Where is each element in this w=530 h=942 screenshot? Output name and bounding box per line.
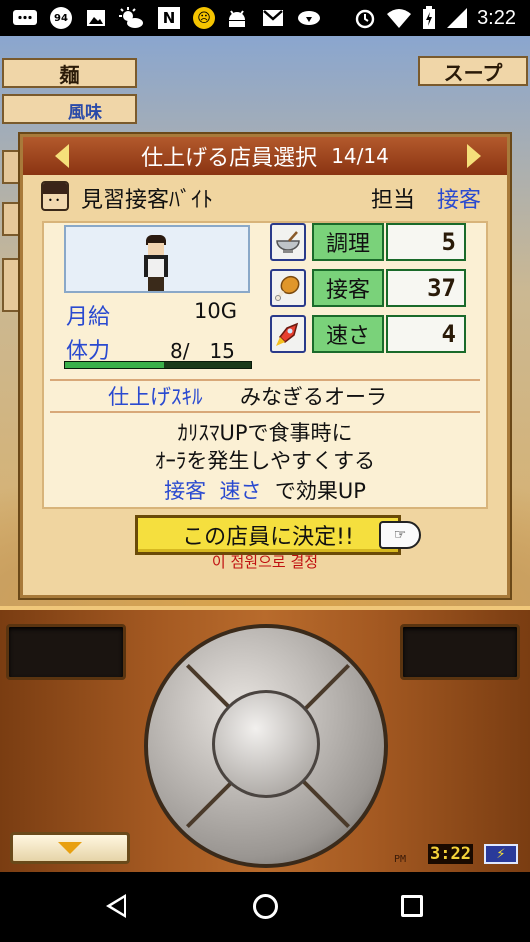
flavor-label: 風味: [68, 103, 102, 123]
home-icon[interactable]: [253, 894, 278, 919]
noodle-tab[interactable]: 麺: [2, 58, 137, 88]
confirm-staff-button[interactable]: この店員に決定!!: [135, 515, 401, 555]
skill-effect-suffix: で効果UP: [274, 479, 366, 503]
pointing-hand-icon: ☞: [379, 521, 421, 549]
salary-value: 10G: [194, 299, 237, 323]
staff-avatar-icon: • •: [41, 181, 69, 211]
battery-charging-icon: [422, 6, 436, 29]
game-clock: 3:22: [428, 844, 473, 864]
status-bar-time: 3:22: [477, 7, 516, 29]
down-arrow-icon: [58, 842, 82, 854]
staff-name: 見習接客ﾊﾞｲﾄ: [81, 188, 214, 213]
right-action-button[interactable]: [400, 624, 520, 680]
game-screen: 麺 スープ 風味 仕上げる店員選択 14/14 • • 見習接客ﾊﾞｲﾄ 担当 …: [0, 36, 530, 872]
scroll-down-button[interactable]: [10, 832, 130, 864]
cloud-download-icon: [296, 7, 322, 29]
translation-caption: 이 점원으로 결정: [211, 553, 319, 571]
dpad-center-button[interactable]: [212, 690, 320, 798]
wifi-icon: [386, 7, 412, 29]
pm-label: PM: [394, 854, 407, 865]
stat-name: 速さ: [312, 315, 384, 353]
message-icon: [12, 7, 38, 29]
skill-label: 仕上げｽｷﾙ: [108, 385, 203, 409]
game-battery-icon: ⚡: [484, 844, 518, 864]
directional-pad[interactable]: [144, 624, 388, 868]
cooking-bowl-icon: [270, 223, 306, 261]
smiley-icon: ☹: [193, 7, 215, 29]
skill-effect-stat-service: 接客: [164, 479, 207, 503]
skill-name: みなぎるオーラ: [240, 385, 387, 409]
role-label: 担当: [371, 188, 416, 213]
status-bar: 94 N ☹ 3:22: [0, 0, 530, 36]
staff-portrait-frame: [64, 225, 250, 293]
stat-row-service: 接客 37: [270, 269, 470, 307]
skill-description-line-1: ｶﾘｽﾏUPで食事時に: [177, 421, 353, 445]
android-icon: [226, 7, 248, 29]
staff-details: 月給 10G 体力 8/ 15 調理 5 接客 37 速さ 4 仕上げｽｷﾙ み…: [42, 221, 488, 509]
soup-tab[interactable]: スープ: [418, 56, 528, 86]
stat-name: 接客: [312, 269, 384, 307]
stamina-value: 8/ 15: [170, 339, 235, 363]
gmail-icon: [262, 7, 284, 29]
role-value: 接客: [437, 188, 482, 213]
alarm-icon: [354, 7, 376, 29]
badge-94-icon: 94: [50, 7, 72, 29]
n-news-icon: N: [158, 7, 180, 29]
signal-icon: [446, 7, 468, 29]
chicken-leg-icon: [270, 269, 306, 307]
staff-select-dialog: 仕上げる店員選択 14/14 • • 見習接客ﾊﾞｲﾄ 担当 接客 月給 10G…: [20, 134, 510, 598]
flavor-row: 風味: [2, 94, 137, 124]
previous-staff-arrow-icon[interactable]: [55, 144, 69, 168]
salary-label: 月給: [66, 305, 111, 330]
stamina-bar: [64, 361, 252, 369]
back-icon[interactable]: [106, 894, 126, 918]
controller-panel: PM 3:22 ⚡: [0, 606, 530, 872]
stat-value: 4: [386, 315, 466, 353]
staff-portrait: [140, 235, 174, 293]
navigation-bar: [0, 872, 530, 942]
stat-name: 調理: [312, 223, 384, 261]
staff-count: 14/14: [331, 144, 389, 168]
skill-effect: 接客 速さ で効果UP: [44, 475, 486, 505]
stat-row-cooking: 調理 5: [270, 223, 470, 261]
stat-value: 37: [386, 269, 466, 307]
dialog-title: 仕上げる店員選択: [141, 146, 318, 171]
image-icon: [86, 7, 106, 29]
stat-value: 5: [386, 223, 466, 261]
recent-apps-icon[interactable]: [401, 895, 423, 917]
divider: [50, 411, 480, 413]
next-staff-arrow-icon[interactable]: [467, 144, 481, 168]
rocket-icon: [270, 315, 306, 353]
weather-icon: [118, 7, 144, 29]
stamina-bar-fill: [65, 362, 165, 368]
staff-row: • • 見習接客ﾊﾞｲﾄ 担当 接客: [41, 179, 491, 215]
skill-description-line-2: ｵｰﾗを発生しやすくする: [154, 449, 376, 473]
skill-effect-stat-speed: 速さ: [219, 479, 262, 503]
stat-row-speed: 速さ 4: [270, 315, 470, 353]
left-action-button[interactable]: [6, 624, 126, 680]
dialog-header: 仕上げる店員選択 14/14: [23, 137, 507, 175]
